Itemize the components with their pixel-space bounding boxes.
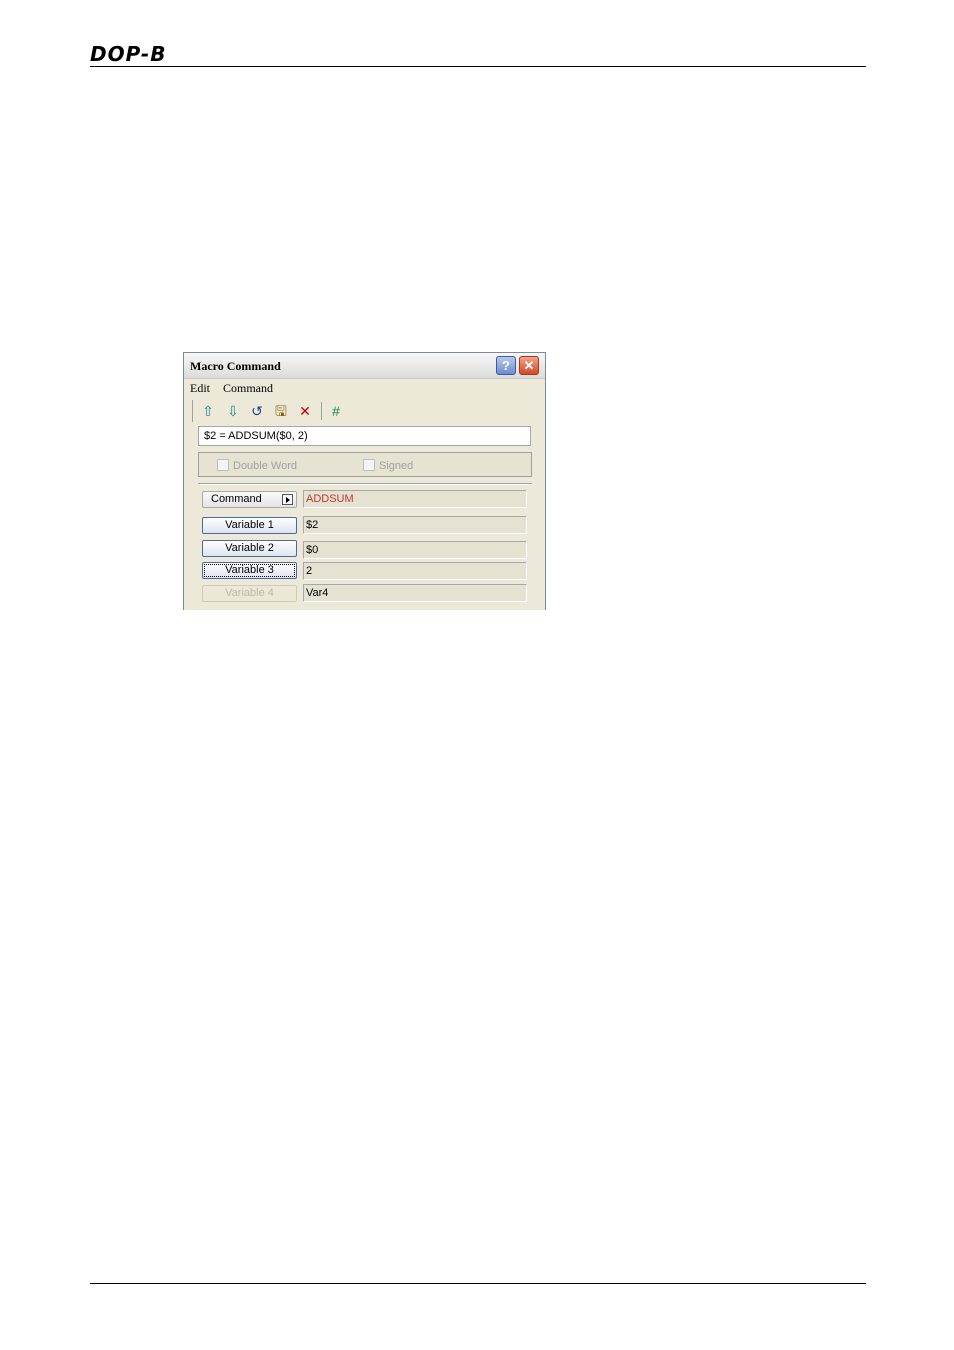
menu-command[interactable]: Command [223, 381, 273, 396]
save-icon[interactable]: 🖫 [272, 402, 290, 420]
toolbar-separator [321, 402, 322, 420]
double-word-checkbox[interactable]: Double Word [217, 459, 297, 472]
variable-2-value[interactable]: $0 [303, 541, 527, 559]
footer-rule [90, 1283, 866, 1284]
signed-box [363, 459, 375, 471]
move-up-icon[interactable]: ⇧ [199, 402, 217, 420]
menu-edit[interactable]: Edit [190, 381, 210, 396]
section-divider [198, 483, 532, 485]
toolbar: ⇧ ⇩ ↺ 🖫 ✕ # [192, 400, 533, 422]
dialog-title: Macro Command [190, 359, 281, 373]
page-header-logo: DOP-B [90, 42, 167, 66]
signed-checkbox[interactable]: Signed [363, 459, 413, 472]
double-word-box [217, 459, 229, 471]
play-icon [282, 494, 293, 505]
menu-bar: Edit Command [190, 381, 283, 397]
command-button[interactable]: Command [202, 491, 297, 508]
dialog-titlebar[interactable]: Macro Command ? ✕ [184, 353, 545, 379]
hash-icon[interactable]: # [327, 402, 345, 420]
header-rule [90, 66, 866, 67]
expression-field[interactable]: $2 = ADDSUM($0, 2) [198, 426, 531, 446]
command-label: Command [211, 493, 262, 505]
undo-icon[interactable]: ↺ [248, 402, 266, 420]
close-button[interactable]: ✕ [519, 356, 539, 375]
variable-4-button: Variable 4 [202, 585, 297, 602]
variable-3-value[interactable]: 2 [303, 562, 527, 580]
variable-1-value[interactable]: $2 [303, 516, 527, 534]
variable-2-button[interactable]: Variable 2 [202, 540, 297, 557]
help-button[interactable]: ? [496, 356, 516, 375]
signed-label: Signed [379, 460, 414, 472]
variable-1-button[interactable]: Variable 1 [202, 517, 297, 534]
double-word-label: Double Word [233, 460, 297, 472]
command-value[interactable]: ADDSUM [303, 490, 527, 508]
options-group: Double Word Signed [198, 452, 532, 477]
move-down-icon[interactable]: ⇩ [224, 402, 242, 420]
macro-command-dialog: Macro Command ? ✕ Edit Command ⇧ ⇩ ↺ 🖫 ✕… [183, 352, 546, 610]
variable-3-button[interactable]: Variable 3 [202, 562, 297, 579]
delete-icon[interactable]: ✕ [296, 402, 314, 420]
variable-4-value[interactable]: Var4 [303, 584, 527, 602]
